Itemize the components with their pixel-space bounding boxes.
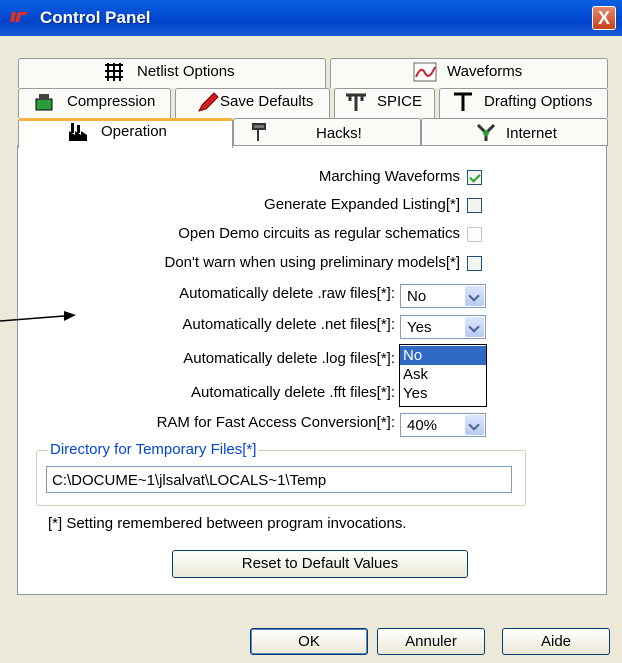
annotation-arrow-icon (0, 311, 76, 322)
delete-net-select[interactable]: Yes (400, 315, 486, 339)
tab-label: Netlist Options (137, 63, 235, 80)
tab-label: Drafting Options (484, 93, 593, 110)
ram-conversion-select[interactable]: 40% (400, 413, 486, 437)
tab-operation[interactable]: Operation (18, 118, 233, 148)
preliminary-models-checkbox[interactable] (467, 256, 482, 271)
chevron-down-icon[interactable] (465, 415, 484, 435)
delete-raw-select[interactable]: No (400, 284, 486, 308)
select-value: No (407, 288, 427, 305)
expanded-listing-label: Generate Expanded Listing[*] (264, 196, 460, 213)
dropdown-list[interactable]: No Ask Yes (399, 344, 487, 407)
tab-waveforms[interactable]: Waveforms (330, 58, 608, 88)
chevron-down-icon[interactable] (465, 317, 484, 337)
tab-label: Waveforms (447, 63, 523, 80)
grid-icon (105, 63, 123, 81)
cancel-button[interactable]: Annuler (377, 628, 485, 655)
tab-label: SPICE (377, 93, 423, 110)
hammer-icon (252, 123, 266, 141)
tab-compression[interactable]: Compression (18, 88, 171, 118)
demo-circuits-checkbox[interactable] (467, 227, 482, 242)
marching-waveforms-checkbox[interactable] (467, 170, 482, 185)
select-value: 40% (407, 417, 438, 434)
ok-button[interactable]: OK (250, 628, 368, 655)
control-panel-window: Control Panel X Netlist Options Waveform… (0, 0, 622, 663)
tab-netlist-options[interactable]: Netlist Options (18, 58, 326, 88)
ram-conversion-label: RAM for Fast Access Conversion[*]: (156, 414, 395, 431)
network-icon (476, 123, 496, 141)
dropdown-option-no[interactable]: No (400, 346, 486, 365)
temp-dir-input[interactable]: C:\DOCUME~1\jlsalvat\LOCALS~1\Temp (46, 466, 512, 493)
help-button[interactable]: Aide (502, 628, 610, 655)
tab-label: Compression (67, 93, 156, 110)
preliminary-models-label: Don't warn when using preliminary models… (164, 254, 461, 271)
tab-label: Internet (506, 125, 557, 142)
pencil-icon (198, 92, 219, 112)
delete-raw-label: Automatically delete .raw files[*]: (179, 285, 395, 302)
tab-internet[interactable]: Internet (421, 118, 608, 146)
demo-circuits-label: Open Demo circuits as regular schematics (178, 225, 460, 242)
tab-save-defaults[interactable]: Save Defaults (175, 88, 330, 118)
chevron-down-icon[interactable] (465, 286, 484, 306)
waveform-icon (413, 62, 437, 82)
title-bar[interactable]: Control Panel X (0, 0, 622, 36)
spice-icon (346, 93, 366, 111)
ltspice-logo-icon (10, 12, 28, 22)
marching-waveforms-label: Marching Waveforms (318, 168, 460, 185)
delete-net-label: Automatically delete .net files[*]: (182, 316, 395, 333)
tab-label: Operation (101, 123, 167, 140)
factory-icon (69, 123, 87, 141)
tab-hacks[interactable]: Hacks! (233, 118, 421, 146)
footnote-text: [*] Setting remembered between program i… (48, 515, 407, 532)
delete-log-label: Automatically delete .log files[*]: (183, 350, 395, 367)
compression-icon (35, 94, 53, 111)
window-title: Control Panel (40, 8, 151, 27)
close-button[interactable]: X (592, 6, 616, 30)
tab-label: Hacks! (316, 125, 362, 142)
temp-dir-group-title: Directory for Temporary Files[*] (48, 441, 259, 458)
dropdown-option-ask[interactable]: Ask (400, 365, 486, 384)
reset-defaults-button[interactable]: Reset to Default Values (172, 550, 468, 578)
expanded-listing-checkbox[interactable] (467, 198, 482, 213)
tab-label: Save Defaults (220, 93, 314, 110)
select-value: Yes (407, 319, 432, 336)
tab-drafting-options[interactable]: Drafting Options (439, 88, 608, 118)
dropdown-option-yes[interactable]: Yes (400, 384, 486, 403)
tab-spice[interactable]: SPICE (334, 88, 435, 118)
drafting-icon (454, 92, 472, 111)
delete-fft-label: Automatically delete .fft files[*]: (191, 384, 395, 401)
